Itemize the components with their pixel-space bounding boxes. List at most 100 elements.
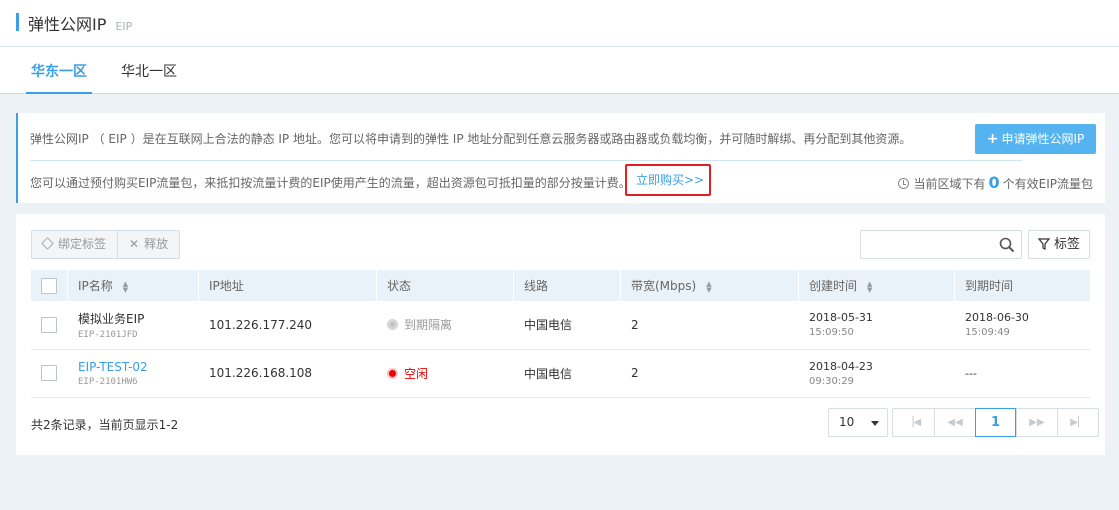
select-all-cell [31, 270, 67, 301]
tab-east-china-1[interactable]: 华东一区 [26, 47, 92, 94]
created-date: 2018-04-23 [809, 359, 873, 373]
next-page-button[interactable]: ▶▶ [1016, 409, 1057, 436]
col-line: 线路 [513, 270, 620, 301]
expire-clock: 15:09:49 [965, 327, 1010, 339]
ip-address-cell: 101.226.168.108 [209, 366, 313, 380]
col-created-time[interactable]: 创建时间 ▲ ▼ [798, 270, 954, 301]
sort-icon[interactable]: ▲ ▼ [867, 280, 872, 293]
expire-time-cell: --- [954, 349, 1090, 397]
eip-list-card: 绑定标签 ✕ 释放 标签 IP名称 ▲ ▼ IP地址 状态 线路 带宽(Mbps) ▲ ▼… [16, 214, 1105, 455]
line-cell: 中国电信 [524, 366, 573, 381]
bandwidth-cell: 2 [631, 317, 639, 332]
close-icon: ✕ [129, 237, 140, 251]
col-bandwidth-label: 带宽(Mbps) [631, 279, 697, 293]
clock-icon [898, 178, 910, 189]
sort-icon[interactable]: ▲ ▼ [123, 280, 128, 293]
tag-icon [41, 237, 54, 250]
row-checkbox-cell [31, 349, 67, 397]
page-size-select[interactable]: 10 [828, 408, 888, 437]
info-divider [30, 160, 1022, 161]
caret-down-icon [871, 421, 879, 426]
plus-icon: + [986, 131, 999, 147]
ip-address-cell: 101.226.177.240 [209, 317, 313, 332]
tag-filter-button[interactable]: 标签 [1028, 230, 1090, 259]
status-cell: 到期隔离 [376, 301, 513, 349]
page-title-text: 弹性公网IP [28, 15, 107, 34]
line-cell: 中国电信 [524, 318, 573, 333]
apply-eip-label: 申请弹性公网IP [1001, 132, 1085, 146]
region-tabs: 华东一区 华北一区 [0, 47, 1119, 94]
table-row: 模拟业务EIP EIP-2101JFD 101.226.177.240 到期隔离 … [31, 301, 1090, 349]
table-header-row: IP名称 ▲ ▼ IP地址 状态 线路 带宽(Mbps) ▲ ▼ 创建时间 ▲ ▼ 到期时间 [31, 270, 1090, 301]
next-page-icon: ▶▶ [1029, 417, 1045, 428]
info-panel: 弹性公网IP （ EIP ）是在互联网上合法的静态 IP 地址。您可以将申请到的… [16, 113, 1105, 203]
col-ip-name[interactable]: IP名称 ▲ ▼ [67, 270, 198, 301]
ip-id: EIP-2101JFD [78, 329, 138, 340]
status-cell: 空闲 [376, 349, 513, 397]
prev-page-icon: ◀◀ [947, 417, 963, 428]
table-row: EIP-TEST-02 EIP-2101HW6 101.226.168.108 空… [31, 349, 1090, 397]
bind-tag-label: 绑定标签 [58, 237, 107, 251]
last-page-button[interactable]: ▶▏ [1057, 409, 1098, 436]
record-summary: 共2条记录，当前页显示1-2 [31, 418, 179, 432]
created-date: 2018-05-31 [809, 311, 873, 325]
row-checkbox[interactable] [41, 365, 57, 381]
page-title: 弹性公网IP EIP [28, 11, 132, 35]
last-page-icon: ▶▏ [1070, 417, 1086, 428]
bind-tag-button[interactable]: 绑定标签 [32, 231, 117, 258]
buy-now-link[interactable]: 立即购买>> [625, 164, 711, 196]
search-box [860, 230, 1022, 259]
col-expire-time: 到期时间 [954, 270, 1090, 301]
package-description: 您可以通过预付购买EIP流量包，来抵扣按流量计费的EIP使用产生的流量，超出资源… [30, 176, 631, 190]
release-label: 释放 [144, 237, 169, 251]
page-number-current[interactable]: 1 [975, 408, 1016, 437]
page-size-value: 10 [839, 415, 855, 429]
created-clock: 15:09:50 [809, 327, 854, 339]
tag-filter-label: 标签 [1053, 237, 1080, 252]
status-dot-icon [387, 319, 398, 331]
expire-date: 2018-06-30 [965, 311, 1029, 325]
created-time-cell: 2018-05-31 15:09:50 [798, 301, 954, 349]
status-text: 到期隔离 [404, 318, 453, 333]
apply-eip-button[interactable]: + 申请弹性公网IP [975, 124, 1096, 154]
row-checkbox-cell [31, 301, 67, 349]
search-icon[interactable] [999, 237, 1015, 253]
eip-description: 弹性公网IP （ EIP ）是在互联网上合法的静态 IP 地址。您可以将申请到的… [30, 132, 912, 146]
pagination: ▕◀ ◀◀ 1 ▶▶ ▶▏ [892, 408, 1099, 437]
batch-actions: 绑定标签 ✕ 释放 [31, 230, 181, 259]
status-badge: 到期隔离 [387, 316, 452, 333]
col-bandwidth[interactable]: 带宽(Mbps) ▲ ▼ [620, 270, 798, 301]
col-status: 状态 [376, 270, 513, 301]
ip-name-cell: EIP-TEST-02 EIP-2101HW6 [67, 349, 198, 397]
status-text: 空闲 [404, 366, 429, 381]
ip-name: 模拟业务EIP [78, 311, 145, 326]
expire-date: --- [965, 366, 977, 380]
page-header: 弹性公网IP EIP [0, 0, 1119, 47]
page-subtitle: EIP [115, 20, 133, 33]
sort-icon[interactable]: ▲ ▼ [706, 280, 711, 293]
search-input[interactable] [861, 231, 989, 258]
quota-prefix: 当前区域下有 [913, 177, 986, 191]
col-ip-name-label: IP名称 [78, 279, 113, 293]
col-created-time-label: 创建时间 [809, 279, 858, 293]
ip-id: EIP-2101HW6 [78, 376, 138, 387]
first-page-icon: ▕◀ [905, 417, 922, 428]
tab-north-china-1[interactable]: 华北一区 [113, 47, 185, 94]
ip-name-link[interactable]: EIP-TEST-02 [78, 360, 198, 374]
created-time-cell: 2018-04-23 09:30:29 [798, 349, 954, 397]
quota-count[interactable]: 0 [989, 173, 1000, 192]
row-checkbox[interactable] [41, 316, 57, 333]
title-accent-bar [16, 13, 19, 31]
ip-name-cell: 模拟业务EIP EIP-2101JFD [67, 301, 198, 349]
prev-page-button[interactable]: ◀◀ [934, 409, 975, 436]
expire-time-cell: 2018-06-30 15:09:49 [954, 301, 1090, 349]
first-page-button[interactable]: ▕◀ [893, 409, 934, 436]
quota-suffix: 个有效EIP流量包 [1002, 177, 1093, 191]
created-clock: 09:30:29 [809, 375, 854, 387]
select-all-checkbox[interactable] [41, 277, 57, 294]
status-dot-icon [387, 367, 398, 379]
release-button[interactable]: ✕ 释放 [117, 231, 179, 258]
col-ip-address: IP地址 [198, 270, 376, 301]
eip-table: IP名称 ▲ ▼ IP地址 状态 线路 带宽(Mbps) ▲ ▼ 创建时间 ▲ ▼ 到期时间… [31, 270, 1090, 398]
bandwidth-cell: 2 [631, 366, 639, 380]
